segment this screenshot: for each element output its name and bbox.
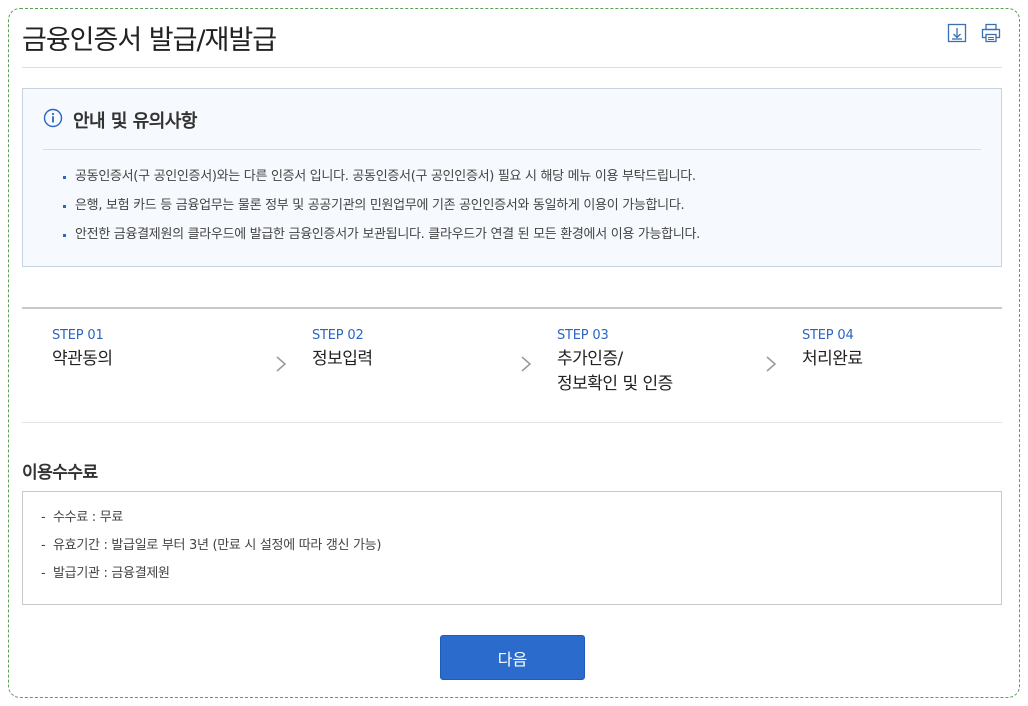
list-item: 공동인증서(구 공인인증서)와는 다른 인증서 입니다. 공동인증서(구 공인인… (63, 167, 700, 196)
page-title: 금융인증서 발급/재발급 (22, 25, 277, 56)
fee-item-text: 유효기간 : 발급일로 부터 3년 (만료 시 설정에 따라 갱신 가능) (53, 538, 382, 553)
chevron-right-icon (276, 356, 287, 372)
list-item: - 수수료 : 무료 (41, 510, 124, 525)
list-item: - 발급기관 : 금융결제원 (41, 566, 170, 581)
step-2: STEP 02 정보입력 (312, 328, 373, 372)
step-label: 처리완료 (802, 349, 863, 369)
toolbar (946, 22, 1002, 44)
list-item: 은행, 보험 카드 등 금융업무는 물론 정부 및 공공기관의 민원업무에 기존… (63, 196, 700, 225)
steps-top-border (22, 307, 1002, 309)
notice-title: 안내 및 유의사항 (73, 111, 197, 132)
fee-title: 이용수수료 (22, 463, 98, 483)
notice-box: 안내 및 유의사항 공동인증서(구 공인인증서)와는 다른 인증서 입니다. 공… (22, 88, 1002, 267)
download-icon[interactable] (946, 22, 968, 44)
chevron-right-icon (766, 356, 777, 372)
next-button[interactable]: 다음 (440, 635, 585, 680)
notice-header: 안내 및 유의사항 (43, 107, 197, 133)
info-icon (43, 108, 63, 132)
title-divider (22, 67, 1002, 68)
steps-bottom-border (22, 422, 1002, 423)
list-item: - 유효기간 : 발급일로 부터 3년 (만료 시 설정에 따라 갱신 가능) (41, 538, 382, 553)
step-label: 추가인증/ 정보확인 및 인증 (557, 347, 673, 397)
fee-item-text: 발급기관 : 금융결제원 (53, 566, 170, 581)
step-number: STEP 01 (52, 328, 104, 343)
chevron-right-icon (521, 356, 532, 372)
notice-list: 공동인증서(구 공인인증서)와는 다른 인증서 입니다. 공동인증서(구 공인인… (63, 167, 700, 254)
step-label-line: 추가인증/ (557, 349, 623, 369)
notice-divider (43, 149, 981, 150)
fee-list: - 수수료 : 무료 - 유효기간 : 발급일로 부터 3년 (만료 시 설정에 따… (41, 508, 381, 592)
step-label-line: 정보확인 및 인증 (557, 374, 673, 394)
step-number: STEP 04 (802, 328, 854, 343)
step-number: STEP 02 (312, 328, 364, 343)
list-item: 안전한 금융결제원의 클라우드에 발급한 금융인증서가 보관됩니다. 클라우드가… (63, 225, 700, 254)
fee-item-text: 수수료 : 무료 (53, 510, 124, 525)
step-label: 약관동의 (52, 349, 113, 369)
print-icon[interactable] (980, 22, 1002, 44)
step-number: STEP 03 (557, 328, 609, 343)
step-4: STEP 04 처리완료 (802, 328, 863, 372)
step-label: 정보입력 (312, 349, 373, 369)
step-3: STEP 03 추가인증/ 정보확인 및 인증 (557, 328, 673, 397)
fee-box: - 수수료 : 무료 - 유효기간 : 발급일로 부터 3년 (만료 시 설정에 따… (22, 491, 1002, 605)
step-1: STEP 01 약관동의 (52, 328, 113, 372)
